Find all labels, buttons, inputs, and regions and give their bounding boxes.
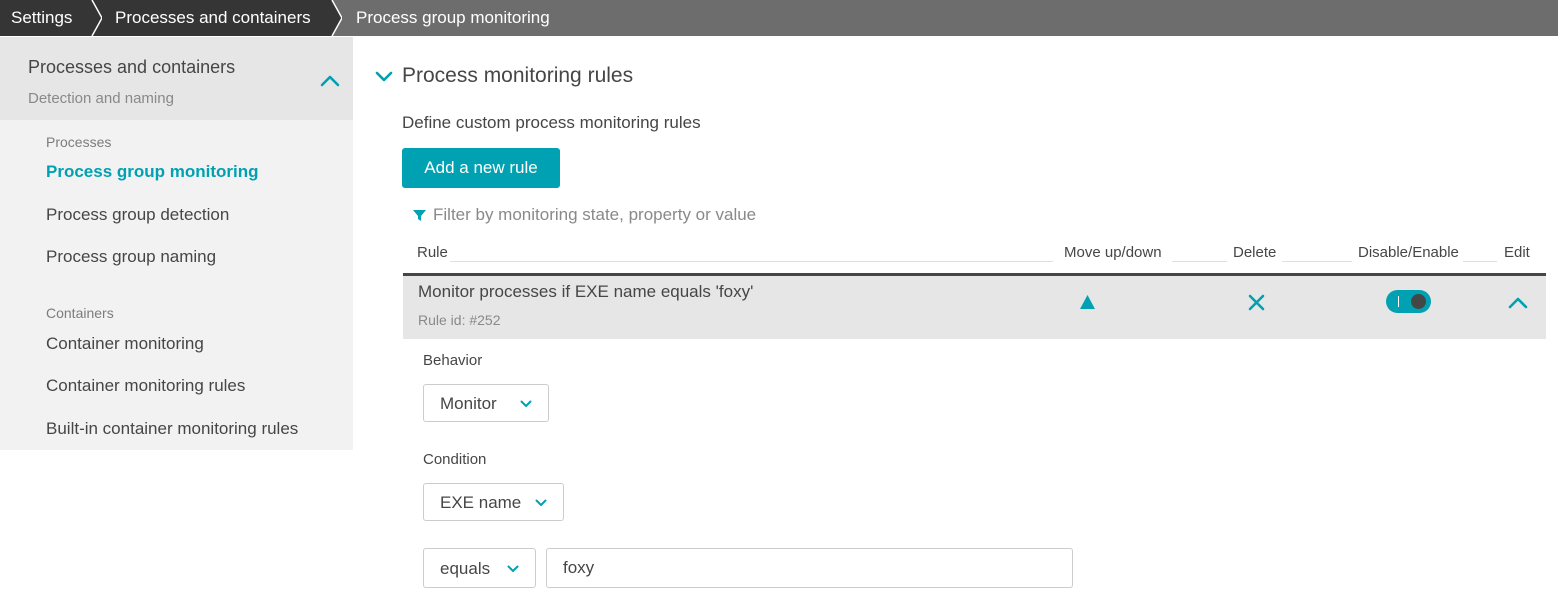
rule-id: Rule id: #252 [418, 312, 501, 328]
filter-placeholder: Filter by monitoring state, property or … [433, 205, 757, 224]
column-header-rule: Rule [417, 244, 448, 261]
condition-value-input[interactable] [546, 548, 1073, 588]
column-header-delete: Delete [1233, 244, 1277, 261]
breadcrumb-item-processes-and-containers[interactable]: Processes and containers [92, 0, 342, 36]
rule-title: Monitor processes if EXE name equals 'fo… [418, 282, 754, 301]
behavior-select-value: Monitor [440, 394, 497, 413]
close-icon[interactable] [1248, 294, 1265, 311]
column-header-divider [450, 261, 1053, 262]
toggle-on-mark [1398, 296, 1399, 307]
breadcrumb-label: Process group monitoring [356, 8, 550, 27]
section-title: Process monitoring rules [402, 64, 634, 87]
filter-field[interactable]: Filter by monitoring state, property or … [412, 203, 756, 227]
enable-toggle[interactable] [1386, 290, 1431, 313]
sidebar-item-built-in-container-monitoring-rules[interactable]: Built-in container monitoring rules [46, 419, 298, 439]
chevron-up-icon[interactable] [318, 71, 342, 91]
condition-select-value: EXE name [440, 493, 522, 512]
chevron-down-icon [535, 499, 547, 506]
condition-select[interactable]: EXE name [423, 483, 564, 521]
operator-select-value: equals [440, 559, 491, 578]
column-header-divider [1172, 261, 1227, 262]
breadcrumb-item-settings[interactable]: Settings [0, 0, 102, 36]
toggle-knob [1411, 294, 1426, 309]
column-header-toggle: Disable/Enable [1358, 244, 1459, 261]
sidebar-item-process-group-monitoring[interactable]: Process group monitoring [46, 162, 259, 182]
chevron-down-icon[interactable] [374, 69, 394, 85]
column-header-divider [1282, 261, 1352, 262]
breadcrumb-item-current: Process group monitoring [332, 0, 550, 36]
filter-icon [413, 209, 426, 221]
breadcrumb-label: Settings [11, 8, 73, 27]
chevron-up-icon[interactable] [1507, 295, 1529, 311]
sidebar-item-process-group-naming[interactable]: Process group naming [46, 247, 216, 267]
column-header-divider [1463, 261, 1497, 262]
add-new-rule-button[interactable]: Add a new rule [402, 148, 560, 188]
sidebar-item-container-monitoring[interactable]: Container monitoring [46, 334, 204, 354]
behavior-select[interactable]: Monitor [423, 384, 549, 422]
sidebar-header[interactable]: Processes and containers Detection and n… [0, 37, 353, 120]
sidebar-group-containers: Containers [46, 305, 114, 321]
section-description: Define custom process monitoring rules [402, 113, 701, 132]
breadcrumb-label: Processes and containers [115, 8, 311, 27]
breadcrumb-separator-icon [90, 0, 102, 36]
column-header-edit: Edit [1504, 244, 1530, 261]
sidebar-item-container-monitoring-rules[interactable]: Container monitoring rules [46, 376, 245, 396]
sidebar: Processes and containers Detection and n… [0, 37, 353, 450]
sidebar-subtitle: Detection and naming [28, 90, 174, 107]
operator-select[interactable]: equals [423, 548, 536, 588]
chevron-down-icon [520, 400, 532, 407]
sidebar-item-process-group-detection[interactable]: Process group detection [46, 205, 229, 225]
breadcrumb: Settings Processes and containers Proces… [0, 0, 1558, 36]
chevron-down-icon [507, 565, 519, 572]
behavior-label: Behavior [423, 352, 483, 369]
column-header-move: Move up/down [1064, 244, 1162, 261]
sidebar-title: Processes and containers [28, 57, 236, 77]
table-row[interactable]: Monitor processes if EXE name equals 'fo… [403, 276, 1546, 339]
condition-label: Condition [423, 451, 487, 468]
sidebar-group-processes: Processes [46, 134, 112, 150]
triangle-up-icon[interactable] [1079, 294, 1096, 310]
breadcrumb-separator-icon [330, 0, 342, 36]
